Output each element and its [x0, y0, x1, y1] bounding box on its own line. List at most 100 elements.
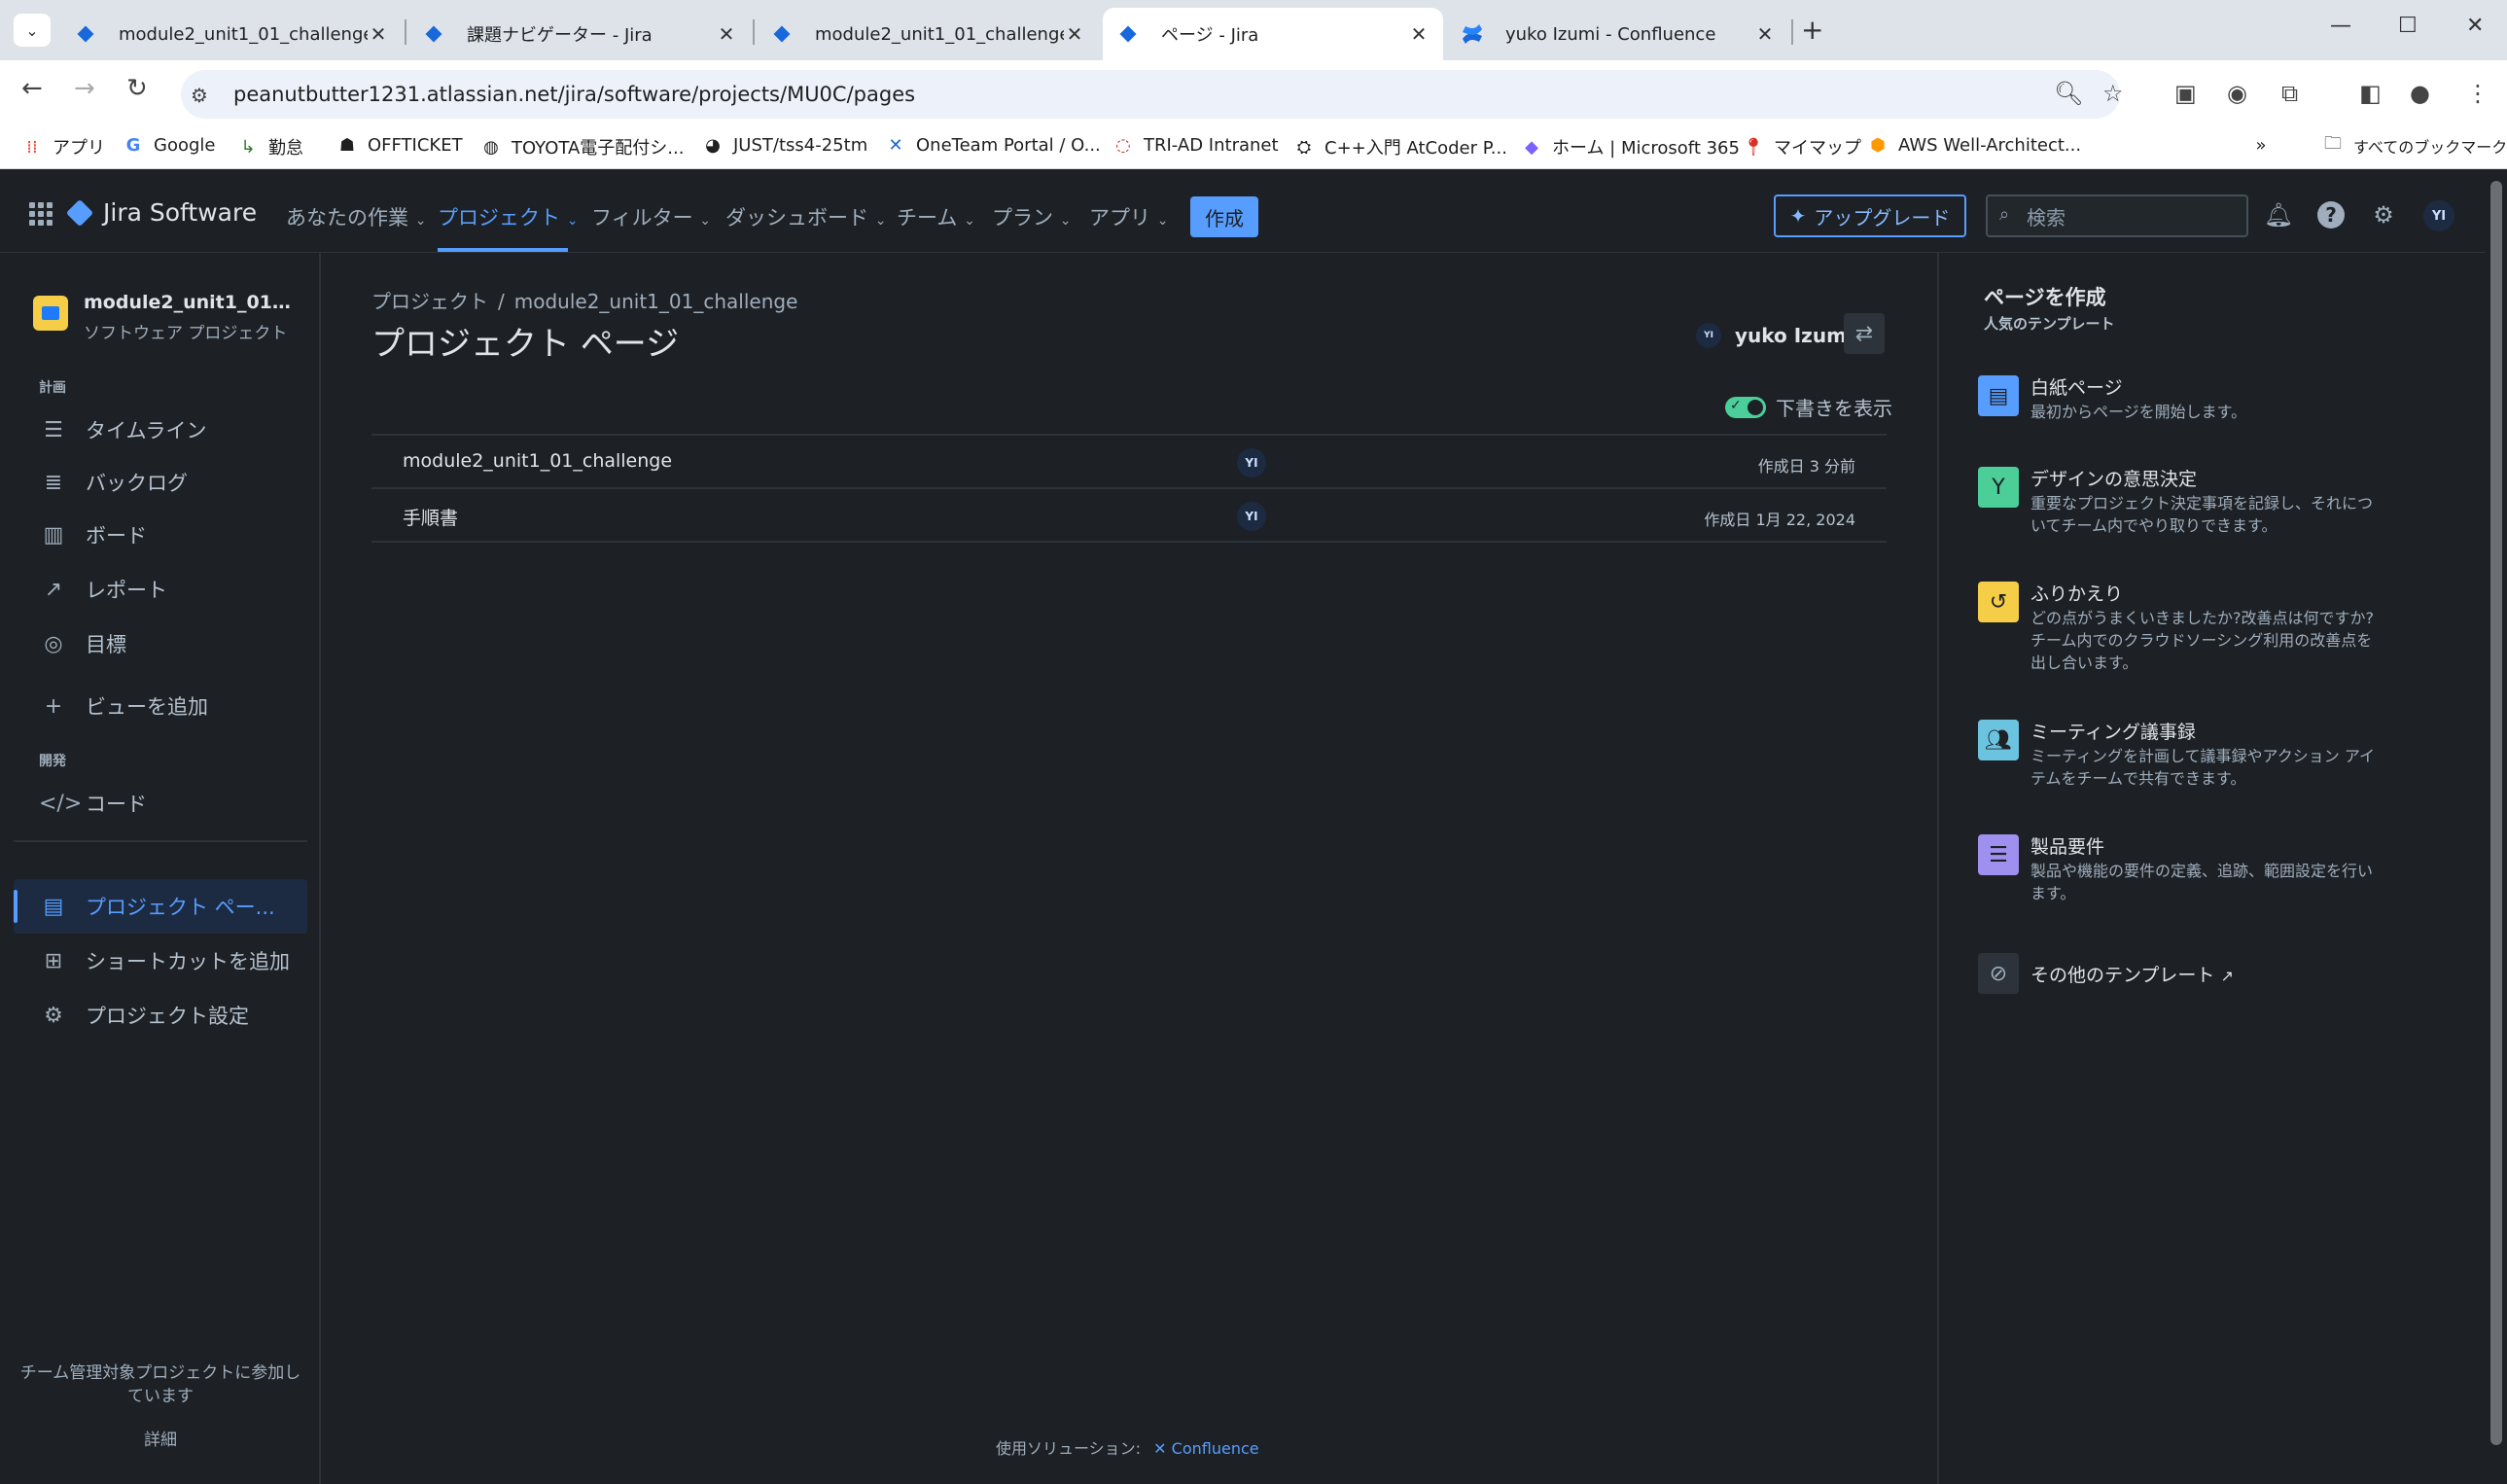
- bookmark-just[interactable]: ◕ JUST/tss4-25tm: [702, 134, 867, 156]
- nav-dashboards[interactable]: ダッシュボード ⌄: [725, 202, 886, 231]
- bookmark-apps[interactable]: ⁞⁞ アプリ: [21, 134, 105, 159]
- browser-tab-5[interactable]: yuko Izumi - Confluence ✕: [1447, 8, 1789, 60]
- breadcrumb-projects[interactable]: プロジェクト: [371, 290, 488, 313]
- nav-label: ダッシュボード: [725, 206, 868, 230]
- browser-tab-1[interactable]: module2_unit1_01_challenge - ✕: [60, 8, 403, 60]
- page-name[interactable]: module2_unit1_01_challenge: [403, 450, 672, 472]
- sidebar-item-reports[interactable]: ↗ レポート: [14, 562, 307, 617]
- template-blank-page[interactable]: ▤ 白紙ページ 最初からページを開始します。: [1978, 375, 2445, 443]
- switch-space-button[interactable]: ⇄: [1844, 313, 1885, 354]
- back-icon[interactable]: ←: [21, 74, 43, 103]
- confluence-link[interactable]: ✕ Confluence: [1153, 1439, 1258, 1458]
- nav-apps[interactable]: アプリ ⌄: [1089, 202, 1168, 231]
- close-icon[interactable]: ✕: [1408, 22, 1430, 46]
- bookmark-star-icon[interactable]: ☆: [2102, 80, 2124, 107]
- settings-gear-icon[interactable]: ⚙: [2367, 198, 2400, 231]
- search-input[interactable]: ⌕ 検索: [1986, 194, 2248, 237]
- sidebar-item-project-settings[interactable]: ⚙ プロジェクト設定: [14, 988, 307, 1042]
- table-row[interactable]: module2_unit1_01_challenge YI 作成日 3 分前: [371, 436, 1887, 489]
- more-menu-icon[interactable]: ⋮: [2466, 80, 2489, 107]
- site-info-icon[interactable]: ⚙: [191, 84, 208, 107]
- new-tab-button[interactable]: +: [1801, 14, 1823, 46]
- scrollbar-thumb[interactable]: [2490, 181, 2502, 1445]
- url-bar[interactable]: peanutbutter1231.atlassian.net/jira/soft…: [181, 70, 2120, 119]
- reload-icon[interactable]: ↻: [126, 74, 148, 103]
- user-avatar[interactable]: YI: [2423, 200, 2454, 231]
- all-bookmarks[interactable]: 🗀 すべてのブックマーク: [2322, 133, 2507, 158]
- chevron-down-icon: ⌄: [1059, 213, 1072, 229]
- browser-tab-3[interactable]: module2_unit1_01_challenge - ✕: [757, 8, 1099, 60]
- maximize-icon[interactable]: ☐: [2398, 14, 2418, 38]
- sidebar-item-backlog[interactable]: ≣ バックログ: [14, 455, 307, 510]
- nav-teams[interactable]: チーム ⌄: [897, 202, 975, 231]
- bookmark-atcoder[interactable]: ⛭ C++入門 AtCoder P...: [1293, 134, 1507, 159]
- browser-tab-4-active[interactable]: ページ - Jira ✕: [1103, 8, 1443, 60]
- backlog-icon: ≣: [44, 470, 63, 495]
- show-drafts-toggle[interactable]: ✓ 下書きを表示: [1725, 393, 1892, 421]
- nav-your-work[interactable]: あなたの作業 ⌄: [286, 202, 426, 231]
- nav-filters[interactable]: フィルター ⌄: [591, 202, 711, 231]
- more-templates-link[interactable]: ⊘ その他のテンプレート ↗: [1978, 953, 2445, 996]
- breadcrumb-project[interactable]: module2_unit1_01_challenge: [514, 290, 798, 313]
- app-switcher-icon[interactable]: [29, 202, 53, 226]
- bookmarks-overflow-icon[interactable]: »: [2250, 134, 2281, 156]
- extension-icon[interactable]: ▣: [2174, 80, 2197, 107]
- browser-tab-2[interactable]: 課題ナビゲーター - Jira ✕: [408, 8, 751, 60]
- close-icon[interactable]: ✕: [1754, 22, 1776, 46]
- sidebar-item-add-shortcut[interactable]: ⊞ ショートカットを追加: [14, 934, 307, 988]
- sidebar-item-project-pages[interactable]: ▤ プロジェクト ペー...: [14, 879, 307, 934]
- bookmark-label: Google: [154, 134, 216, 156]
- template-retrospective[interactable]: ↺ ふりかえり どの点がうまくいきましたか?改善点は何ですか?チーム内でのクラウ…: [1978, 582, 2445, 689]
- upgrade-button[interactable]: ✦ アップグレード: [1774, 194, 1966, 237]
- bookmark-m365[interactable]: ◆ ホーム | Microsoft 365: [1521, 134, 1740, 159]
- extension-icon[interactable]: ◉: [2227, 80, 2247, 107]
- space-owner[interactable]: YI yuko Izumi: [1696, 323, 1854, 348]
- bookmark-mymap[interactable]: 📍︎ マイマップ: [1743, 134, 1861, 159]
- minimize-icon[interactable]: —: [2330, 14, 2351, 38]
- sidebar-item-code[interactable]: </> コード: [14, 776, 307, 830]
- side-panel-icon[interactable]: ◧: [2359, 80, 2382, 107]
- toggle-switch[interactable]: ✓: [1725, 396, 1766, 418]
- nav-projects[interactable]: プロジェクト ⌄: [438, 202, 578, 231]
- page-name[interactable]: 手順書: [403, 504, 458, 530]
- template-design-decision[interactable]: Y デザインの意思決定 重要なプロジェクト決定事項を記録し、それについてチーム内…: [1978, 467, 2445, 554]
- nav-plans[interactable]: プラン ⌄: [992, 202, 1071, 231]
- sidebar-item-label: ショートカットを追加: [86, 950, 290, 973]
- help-icon[interactable]: ?: [2314, 198, 2348, 231]
- bookmark-label: 勤怠: [268, 138, 303, 159]
- extensions-puzzle-icon[interactable]: ⧉: [2281, 80, 2298, 107]
- jira-logo[interactable]: Jira Software: [65, 198, 257, 227]
- tab-search-button[interactable]: ⌄: [14, 14, 51, 47]
- sidebar-item-goals[interactable]: ◎ 目標: [14, 617, 307, 671]
- bookmark-oneteam[interactable]: ✕ OneTeam Portal / O...: [885, 134, 1100, 156]
- forward-icon[interactable]: →: [74, 74, 95, 103]
- bookmark-kintai[interactable]: ↳ 勤怠: [237, 134, 303, 159]
- sidebar-item-board[interactable]: ▥ ボード: [14, 508, 307, 562]
- sidebar-item-timeline[interactable]: ☰ タイムライン: [14, 403, 307, 457]
- project-name[interactable]: module2_unit1_01_challenge: [84, 292, 298, 313]
- bookmark-aws[interactable]: ⬢ AWS Well-Architect...: [1867, 134, 2081, 156]
- close-window-icon[interactable]: ✕: [2466, 14, 2484, 38]
- page-scrollbar[interactable]: [2486, 177, 2507, 1484]
- table-row[interactable]: 手順書 YI 作成日 1月 22, 2024: [371, 489, 1887, 543]
- zoom-icon[interactable]: 🔍︎: [2054, 80, 2083, 107]
- template-description: 製品や機能の要件の定義、追跡、範囲設定を行います。: [2030, 862, 2374, 902]
- bookmark-toyota[interactable]: ◍ TOYOTA電子配付シ...: [480, 134, 684, 159]
- bookmark-tri-ad[interactable]: ◌ TRI-AD Intranet: [1112, 134, 1278, 156]
- bookmark-offticket[interactable]: ☗ OFFTICKET: [336, 134, 463, 156]
- notifications-bell-icon[interactable]: 🔔︎: [2262, 198, 2295, 231]
- close-icon[interactable]: ✕: [1064, 22, 1085, 46]
- sidebar-item-add-view[interactable]: + ビューを追加: [14, 679, 307, 733]
- bookmark-google[interactable]: G Google: [123, 134, 216, 156]
- create-button[interactable]: 作成: [1190, 196, 1258, 237]
- template-product-requirements[interactable]: ☰ 製品要件 製品や機能の要件の定義、追跡、範囲設定を行います。: [1978, 834, 2445, 922]
- template-meeting-notes[interactable]: 👥︎ ミーティング議事録 ミーティングを計画して議事録やアクション アイテムをチ…: [1978, 720, 2445, 807]
- details-link[interactable]: 詳細: [14, 1426, 307, 1450]
- bookmark-label: すべてのブックマーク: [2353, 138, 2507, 157]
- confluence-icon: ✕: [1153, 1439, 1167, 1458]
- close-icon[interactable]: ✕: [368, 22, 389, 46]
- project-avatar-icon[interactable]: [33, 296, 68, 331]
- offticket-icon: ☗: [338, 134, 356, 156]
- profile-avatar-icon[interactable]: ●: [2410, 80, 2430, 107]
- close-icon[interactable]: ✕: [716, 22, 737, 46]
